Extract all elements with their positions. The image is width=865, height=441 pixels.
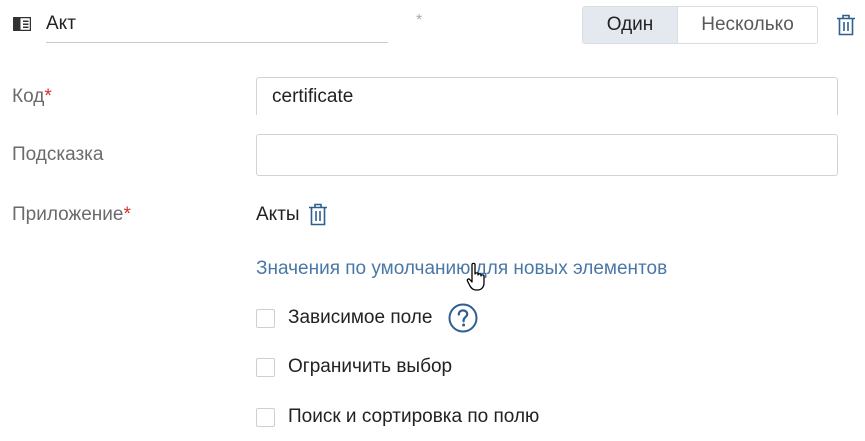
toggle-option-single[interactable]: Один xyxy=(583,7,678,43)
hint-label: Подсказка xyxy=(12,144,104,165)
required-marker: * xyxy=(416,12,423,29)
field-name-input[interactable] xyxy=(46,6,388,43)
code-input[interactable] xyxy=(256,77,838,115)
checkbox-row-restrict: Ограничить выбор xyxy=(256,356,452,378)
search-sort-checkbox[interactable] xyxy=(256,407,275,427)
dependent-field-checkbox[interactable] xyxy=(256,308,275,328)
list-type-icon xyxy=(13,17,31,31)
checkbox-label: Зависимое поле xyxy=(288,307,433,328)
trash-icon[interactable] xyxy=(308,203,328,226)
checkbox-label: Ограничить выбор xyxy=(288,356,453,377)
code-label: Код* xyxy=(12,86,52,107)
checkbox-label: Поиск и сортировка по полю xyxy=(288,406,540,427)
restrict-choice-checkbox[interactable] xyxy=(256,357,275,377)
hand-pointer-cursor-icon xyxy=(466,262,485,291)
required-asterisk: * xyxy=(44,86,52,107)
required-asterisk: * xyxy=(123,204,131,225)
toggle-option-multiple[interactable]: Несколько xyxy=(678,7,817,43)
checkbox-row-dependent: Зависимое поле xyxy=(256,303,478,333)
default-values-link[interactable]: Значения по умолчанию для новых элементо… xyxy=(256,258,667,280)
mode-toggle: Один Несколько xyxy=(582,6,818,44)
question-circle-icon[interactable] xyxy=(448,303,478,333)
app-label: Приложение* xyxy=(12,204,131,225)
hint-input[interactable] xyxy=(256,134,838,176)
checkbox-row-search: Поиск и сортировка по полю xyxy=(256,406,539,428)
trash-icon[interactable] xyxy=(836,14,856,36)
app-value: Акты xyxy=(256,204,300,225)
